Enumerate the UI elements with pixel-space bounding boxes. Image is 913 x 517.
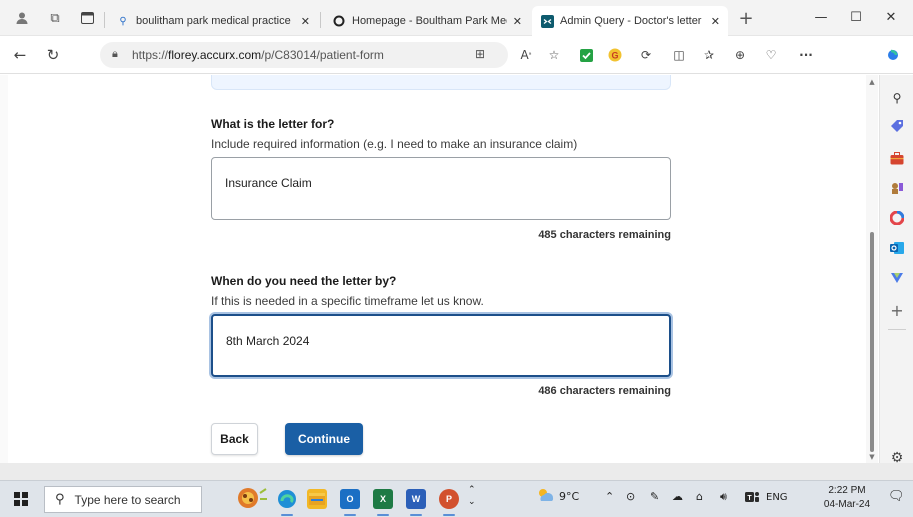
tab-title: Admin Query - Doctor's letter <box>560 15 702 27</box>
question-hint-letter-for: Include required information (e.g. I nee… <box>211 137 578 151</box>
address-bar[interactable]: 🔒︎ https://florey.accurx.com/p/C83014/pa… <box>100 42 508 68</box>
taskbar-search-box[interactable]: ⚲ Type here to search <box>44 486 202 513</box>
close-window-button[interactable]: ✕ <box>876 6 906 28</box>
more-menu-icon[interactable]: ··· <box>797 46 815 64</box>
windows-start-icon[interactable] <box>14 492 28 506</box>
workspaces-icon[interactable]: ⧉ <box>45 8 65 28</box>
edge-taskbar-icon[interactable] <box>277 489 297 509</box>
accurx-icon <box>540 14 554 28</box>
file-explorer-icon[interactable] <box>307 489 327 509</box>
pen-icon[interactable]: ✎ <box>650 490 659 503</box>
scroll-down-icon[interactable]: ▼ <box>868 453 876 461</box>
svg-text:T: T <box>747 495 752 502</box>
outlook-icon[interactable] <box>888 239 906 257</box>
scrollbar-thumb[interactable] <box>870 232 874 452</box>
meet-now-icon[interactable]: ⊙ <box>626 490 635 503</box>
back-button[interactable]: Back <box>211 423 258 455</box>
profile-icon[interactable] <box>12 8 32 28</box>
close-icon[interactable]: ✕ <box>711 15 720 28</box>
url-text: https://florey.accurx.com/p/C83014/patie… <box>132 48 384 62</box>
drop-icon[interactable] <box>888 269 906 287</box>
close-icon[interactable]: ✕ <box>301 15 310 28</box>
scroll-up-icon[interactable]: ▲ <box>868 78 876 86</box>
search-icon: ⚲ <box>119 15 127 27</box>
browser-essentials-icon[interactable]: ♡ <box>762 46 780 64</box>
minimize-button[interactable]: — <box>806 6 836 28</box>
favorite-star-icon[interactable]: ☆ <box>545 46 563 64</box>
powerpoint-taskbar-icon[interactable]: P <box>439 489 459 509</box>
collections-icon[interactable]: ⊕ <box>731 46 749 64</box>
taskbar-preview-strip <box>0 463 913 480</box>
needed-by-char-counter: 486 characters remaining <box>538 385 671 397</box>
games-icon[interactable] <box>888 179 906 197</box>
extensions-puzzle-icon[interactable]: ⟳ <box>637 46 655 64</box>
split-screen-icon[interactable]: ◫ <box>670 46 688 64</box>
onedrive-cloud-icon[interactable]: ☁ <box>672 490 683 503</box>
tab-actions-icon[interactable] <box>77 8 97 28</box>
volume-icon[interactable]: 🔊︎ <box>720 490 727 504</box>
weather-icon[interactable] <box>537 487 555 506</box>
network-icon[interactable]: ⌂ <box>696 490 703 503</box>
shopping-tag-icon[interactable] <box>888 117 906 135</box>
needed-by-textarea[interactable]: 8th March 2024 <box>211 314 671 377</box>
new-tab-button[interactable]: + <box>736 8 756 29</box>
word-taskbar-icon[interactable]: W <box>406 489 426 509</box>
clock-date: 04-Mar-24 <box>823 499 871 510</box>
read-aloud-icon[interactable]: Aᵃ <box>517 46 535 64</box>
windows-taskbar: ⚲ Type here to search O X W P ⌃ ⌄ 9°C ⌃ ⊙… <box>0 480 913 517</box>
show-hidden-icons-icon[interactable]: ⌃ <box>605 490 614 503</box>
clock-time: 2:22 PM <box>828 485 866 496</box>
language-indicator[interactable]: ENG <box>766 492 788 503</box>
tab-admin-query[interactable]: Admin Query - Doctor's letter ✕ <box>532 6 728 36</box>
taskbar-search-placeholder: Type here to search <box>74 492 181 507</box>
info-box <box>211 75 671 90</box>
question-title-needed-by: When do you need the letter by? <box>211 274 397 288</box>
back-arrow-icon[interactable]: ← <box>9 45 31 65</box>
edge-sidebar: ⚲ + ⚙ <box>879 75 913 466</box>
browser-tab-bar: ⧉ ⚲ boulitham park medical practice ✕ Ho… <box>0 0 913 36</box>
microsoft-365-icon[interactable] <box>888 209 906 227</box>
question-title-letter-for: What is the letter for? <box>211 117 335 131</box>
taskbar-clock[interactable]: 2:22 PM 04-Mar-24 <box>822 484 872 512</box>
patient-form-page: What is the letter for? Include required… <box>8 75 876 463</box>
continue-button[interactable]: Continue <box>285 423 363 455</box>
tab-title: Homepage - Boultham Park Med <box>352 15 507 27</box>
page-scrollbar[interactable]: ▲ ▼ <box>866 75 878 463</box>
letter-for-textarea[interactable]: Insurance Claim <box>211 157 671 220</box>
search-highlight-icon[interactable] <box>236 485 268 511</box>
address-bar-row: ← ↻ 🔒︎ https://florey.accurx.com/p/C8301… <box>0 36 913 74</box>
tools-briefcase-icon[interactable] <box>888 149 906 167</box>
circle-icon <box>332 14 346 28</box>
tab-title: boulitham park medical practice <box>136 15 291 27</box>
refresh-icon[interactable]: ↻ <box>42 45 64 65</box>
letter-for-char-counter: 485 characters remaining <box>538 229 671 241</box>
letter-for-value: Insurance Claim <box>225 176 312 190</box>
window-left-edge <box>0 75 8 463</box>
sidebar-add-icon[interactable]: + <box>888 301 906 320</box>
teams-icon[interactable]: T <box>744 490 760 507</box>
favorites-icon[interactable]: ✰ <box>700 46 718 64</box>
question-hint-needed-by: If this is needed in a specific timefram… <box>211 294 484 308</box>
extension-g-icon[interactable]: G <box>606 46 624 64</box>
sidebar-search-icon[interactable]: ⚲ <box>888 89 906 107</box>
tab-bing-search[interactable]: ⚲ boulitham park medical practice ✕ <box>108 8 318 34</box>
search-icon: ⚲ <box>55 492 65 507</box>
outlook-taskbar-icon[interactable]: O <box>340 489 360 509</box>
weather-temp[interactable]: 9°C <box>559 490 579 503</box>
close-icon[interactable]: ✕ <box>513 15 522 28</box>
app-available-icon[interactable]: ⊞ <box>475 47 485 61</box>
lock-icon: 🔒︎ <box>112 47 118 60</box>
sidebar-divider <box>888 329 906 330</box>
overflow-chevrons-icon[interactable]: ⌃ ⌄ <box>468 484 476 508</box>
svg-text:G: G <box>611 51 618 61</box>
copilot-icon[interactable] <box>884 46 902 64</box>
needed-by-value: 8th March 2024 <box>226 334 310 348</box>
maximize-button[interactable]: ☐ <box>841 6 871 28</box>
tab-homepage[interactable]: Homepage - Boultham Park Med ✕ <box>324 8 530 34</box>
checkbox-extension-icon[interactable] <box>577 46 595 64</box>
notifications-icon[interactable]: 🗨︎ <box>888 489 905 504</box>
excel-taskbar-icon[interactable]: X <box>373 489 393 509</box>
